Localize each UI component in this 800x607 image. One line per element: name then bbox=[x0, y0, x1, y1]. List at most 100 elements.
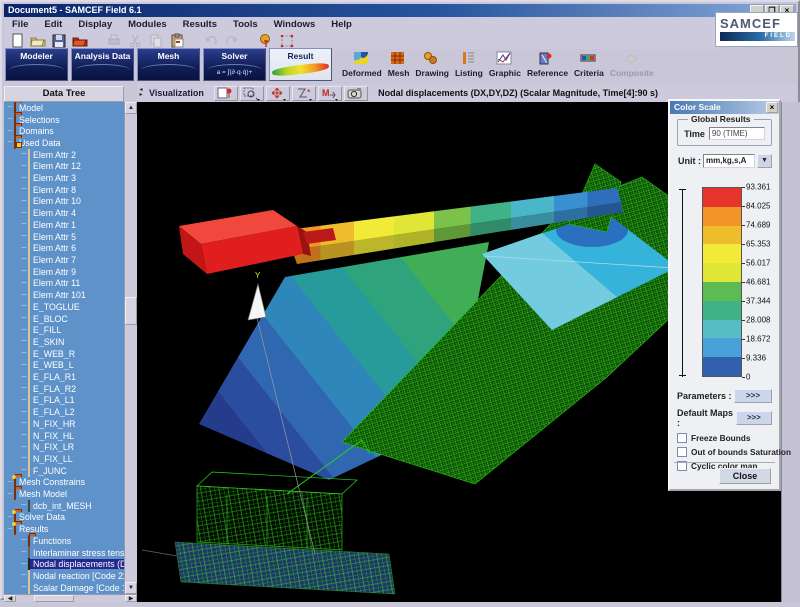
tree-item[interactable]: ─E_FLA_R1 bbox=[4, 371, 124, 383]
tree-item[interactable]: ─Elem Attr 101 bbox=[4, 289, 124, 301]
scale-range-indicator[interactable] bbox=[679, 189, 686, 377]
color-scale-titlebar[interactable]: Color Scale × bbox=[670, 101, 779, 114]
tree-item[interactable]: ─F_JUNC bbox=[4, 465, 124, 477]
measure-icon[interactable] bbox=[257, 32, 275, 48]
tree-item[interactable]: ─N_FIX_LL bbox=[4, 453, 124, 465]
import-folder-icon[interactable] bbox=[71, 32, 89, 48]
menu-item-edit[interactable]: Edit bbox=[36, 19, 70, 30]
result-tool-mesh[interactable]: Mesh bbox=[388, 50, 410, 78]
tree-item[interactable]: ─Elem Attr 7 bbox=[4, 254, 124, 266]
module-tab-result[interactable]: Result bbox=[269, 48, 332, 81]
default-maps-more-button[interactable]: >>> bbox=[736, 411, 772, 425]
probe-icon[interactable] bbox=[214, 86, 238, 101]
tree-item[interactable]: ─Elem Attr 1 bbox=[4, 219, 124, 231]
tab-visualization[interactable]: Visualization bbox=[145, 88, 214, 98]
tree-item[interactable]: ─Nodal reaction [Code 22 bbox=[4, 570, 124, 582]
menu-item-tools[interactable]: Tools bbox=[225, 19, 266, 30]
tree-item[interactable]: ─Elem Attr 3 bbox=[4, 172, 124, 184]
tree-item[interactable]: ─Selections bbox=[4, 114, 124, 126]
tree-item[interactable]: ─E_BLOC bbox=[4, 313, 124, 325]
scroll-up-icon[interactable]: ▲ bbox=[125, 102, 137, 114]
tree-item[interactable]: ─Elem Attr 2 bbox=[4, 149, 124, 161]
tree-item[interactable]: ─Elem Attr 8 bbox=[4, 184, 124, 196]
tree-item[interactable]: ─E_FLA_L2 bbox=[4, 406, 124, 418]
zoom-box-icon[interactable] bbox=[240, 86, 264, 101]
scroll-right-icon[interactable]: ▶ bbox=[125, 595, 137, 602]
tree-item[interactable]: ─Interlaminar stress tens bbox=[4, 547, 124, 559]
result-tool-reference[interactable]: Reference bbox=[527, 50, 568, 78]
result-tool-drawing[interactable]: Drawing bbox=[415, 50, 449, 78]
scroll-left-icon[interactable]: ◀ bbox=[4, 595, 16, 602]
tree-item[interactable]: ─Elem Attr 10 bbox=[4, 196, 124, 208]
menu-item-windows[interactable]: Windows bbox=[266, 19, 324, 30]
tree-item[interactable]: ─N_FIX_LR bbox=[4, 441, 124, 453]
tree-item[interactable]: ─E_WEB_L bbox=[4, 359, 124, 371]
tree-item[interactable]: ─Scalar Damage [Code 1 bbox=[4, 582, 124, 594]
menu-item-display[interactable]: Display bbox=[70, 19, 120, 30]
checkbox-out-of-bounds-saturation[interactable] bbox=[677, 447, 687, 457]
tree-item[interactable]: ─Elem Attr 5 bbox=[4, 231, 124, 243]
result-tool-listing[interactable]: Listing bbox=[455, 50, 483, 78]
result-tool-deformed[interactable]: Deformed bbox=[342, 50, 382, 78]
tree-item[interactable]: ─Solver Data bbox=[4, 512, 124, 524]
parameters-more-button[interactable]: >>> bbox=[734, 389, 772, 403]
tree-item[interactable]: ─E_FILL bbox=[4, 324, 124, 336]
tree-item[interactable]: ─E_FLA_L1 bbox=[4, 395, 124, 407]
tree-item-selected[interactable]: ─Nodal displacements (D bbox=[4, 558, 124, 570]
tree-item[interactable]: ─Elem Attr 11 bbox=[4, 278, 124, 290]
tree-item[interactable]: ─Functions bbox=[4, 535, 124, 547]
result-tool-graphic[interactable]: Graphic bbox=[489, 50, 521, 78]
tree-vertical-scrollbar[interactable]: ▲ ▼ bbox=[124, 102, 137, 594]
camera-icon[interactable] bbox=[344, 86, 368, 101]
tree-item[interactable]: ─Elem Attr 12 bbox=[4, 161, 124, 173]
scrollbar-thumb[interactable] bbox=[34, 595, 74, 602]
tree-item[interactable]: ─Model bbox=[4, 102, 124, 114]
scrollbar-thumb[interactable] bbox=[125, 297, 137, 325]
result-tool-criteria[interactable]: Criteria bbox=[574, 50, 604, 78]
module-tab-mesh[interactable]: Mesh bbox=[137, 48, 200, 81]
unit-select[interactable]: mm,kg,s,A bbox=[703, 154, 755, 168]
panel-close-icon[interactable]: × bbox=[766, 102, 778, 113]
module-tab-modeler[interactable]: Modeler bbox=[5, 48, 68, 81]
paste-icon[interactable] bbox=[168, 32, 186, 48]
menu-item-results[interactable]: Results bbox=[175, 19, 225, 30]
module-tab-solver[interactable]: Solvera = ∫(∂·q·q̇)+ bbox=[203, 48, 266, 81]
tree-item[interactable]: ─Mesh Model bbox=[4, 488, 124, 500]
tree-item[interactable]: ─Used Data bbox=[4, 137, 124, 149]
checkbox-freeze-bounds[interactable] bbox=[677, 433, 687, 443]
menu-item-modules[interactable]: Modules bbox=[120, 19, 175, 30]
tree-item[interactable]: ─E_SKIN bbox=[4, 336, 124, 348]
tree-horizontal-scrollbar[interactable]: ◀ ▶ bbox=[4, 594, 137, 602]
time-field[interactable]: 90 (TIME) bbox=[709, 127, 765, 140]
close-panel-button[interactable]: Close bbox=[719, 468, 771, 484]
menu-item-help[interactable]: Help bbox=[323, 19, 360, 30]
new-document-icon[interactable] bbox=[8, 32, 26, 48]
tree-item[interactable]: ─Domains bbox=[4, 125, 124, 137]
scroll-down-icon[interactable]: ▼ bbox=[125, 582, 137, 594]
undo-icon[interactable] bbox=[202, 32, 220, 48]
data-tree-header[interactable]: Data Tree bbox=[4, 86, 124, 102]
open-icon[interactable] bbox=[29, 32, 47, 48]
tree-item[interactable]: ─Results bbox=[4, 523, 124, 535]
annotate-icon[interactable]: M bbox=[318, 86, 342, 101]
title-bar[interactable]: Document5 - SAMCEF Field 6.1 _ ❐ × bbox=[4, 4, 796, 17]
pan-icon[interactable] bbox=[266, 86, 290, 101]
module-tab-analysis-data[interactable]: Analysis Data bbox=[71, 48, 134, 81]
tree-item[interactable]: ─Elem Attr 9 bbox=[4, 266, 124, 278]
tree-item[interactable]: ─Elem Attr 6 bbox=[4, 242, 124, 254]
save-icon[interactable] bbox=[50, 32, 68, 48]
cut-icon[interactable] bbox=[126, 32, 144, 48]
tree-item[interactable]: ─E_TOGLUE bbox=[4, 301, 124, 313]
tree-item[interactable]: ─Mesh Constrains bbox=[4, 477, 124, 489]
rotate-icon[interactable] bbox=[292, 86, 316, 101]
unit-dropdown-icon[interactable]: ▼ bbox=[757, 154, 772, 168]
tree-item[interactable]: ─N_FIX_HL bbox=[4, 430, 124, 442]
tree-item[interactable]: ─dcb_int_MESH bbox=[4, 500, 124, 512]
tree-item[interactable]: ─E_FLA_R2 bbox=[4, 383, 124, 395]
tree-item[interactable]: ─Elem Attr 4 bbox=[4, 207, 124, 219]
redo-icon[interactable] bbox=[223, 32, 241, 48]
tree-item[interactable]: ─N_FIX_HR bbox=[4, 418, 124, 430]
result-tool-composite[interactable]: Composite bbox=[610, 50, 654, 78]
select-box-icon[interactable] bbox=[278, 32, 296, 48]
menu-item-file[interactable]: File bbox=[4, 19, 36, 30]
